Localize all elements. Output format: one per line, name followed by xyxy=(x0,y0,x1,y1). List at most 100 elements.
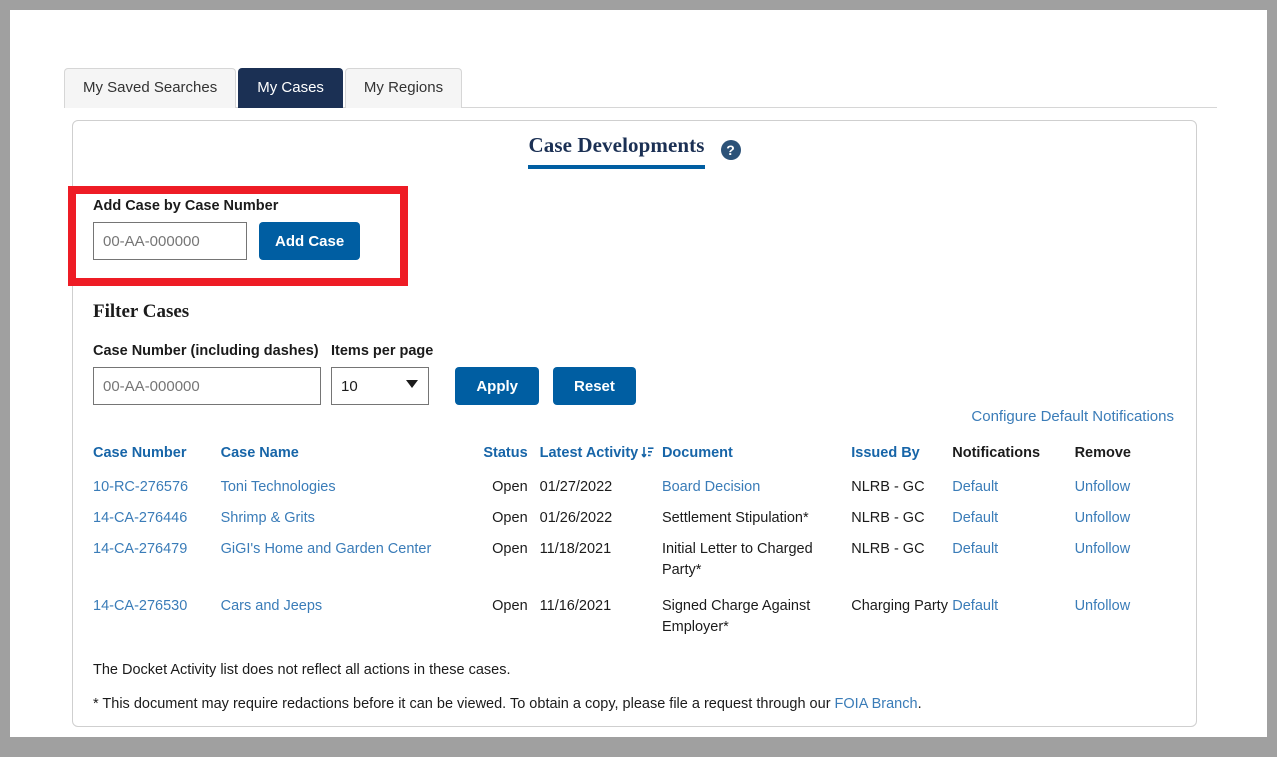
items-per-page-select[interactable]: 102550100 xyxy=(331,367,429,405)
items-per-page-label: Items per page xyxy=(331,343,434,359)
cell-document: Board Decision xyxy=(662,477,851,508)
cell-status: Open xyxy=(492,598,528,615)
header-issued-by-label: Issued By xyxy=(851,445,920,461)
header-issued-by[interactable]: Issued By xyxy=(851,445,952,477)
add-case-section: Add Case by Case Number Add Case xyxy=(93,198,423,260)
cell-status: Open xyxy=(492,541,528,558)
cell-case-number: 14-CA-276446 xyxy=(93,508,221,539)
add-case-input[interactable] xyxy=(93,222,247,260)
panel-header: Case Developments ? xyxy=(73,133,1196,169)
cell-spacer xyxy=(455,508,482,539)
cell-remove: Unfollow xyxy=(1075,539,1181,591)
filter-controls-row: Case Number (including dashes) Items per… xyxy=(93,343,636,405)
add-case-button[interactable]: Add Case xyxy=(259,222,361,260)
docket-activity-note: The Docket Activity list does not reflec… xyxy=(93,662,511,678)
configure-default-notifications-link[interactable]: Configure Default Notifications xyxy=(971,408,1174,425)
cell-document: Settlement Stipulation* xyxy=(662,508,851,539)
notifications-link[interactable]: Default xyxy=(952,479,998,495)
tab-my-regions[interactable]: My Regions xyxy=(344,67,463,108)
header-remove-label: Remove xyxy=(1074,445,1131,461)
header-spacer xyxy=(455,445,482,477)
cell-document: Initial Letter to Charged Party* xyxy=(662,539,851,591)
cell-case-name: GiGI's Home and Garden Center xyxy=(221,539,455,591)
header-latest-activity-label: Latest Activity xyxy=(539,445,639,461)
header-case-number-label: Case Number xyxy=(93,445,187,461)
sort-descending-icon[interactable] xyxy=(641,446,654,463)
foia-branch-link[interactable]: FOIA Branch xyxy=(835,696,918,712)
case-name-link[interactable]: Shrimp & Grits xyxy=(221,510,315,526)
header-remove: Remove xyxy=(1075,445,1181,477)
filter-case-number-input[interactable] xyxy=(93,367,321,405)
cell-notifications: Default xyxy=(952,508,1074,539)
cell-status: Open xyxy=(492,510,528,527)
filter-case-number-label: Case Number (including dashes) xyxy=(93,343,319,359)
case-number-link[interactable]: 14-CA-276446 xyxy=(93,510,187,526)
case-developments-panel: Case Developments ? Add Case by Case Num… xyxy=(72,120,1197,727)
header-case-name[interactable]: Case Name xyxy=(221,445,455,477)
header-document[interactable]: Document xyxy=(662,445,851,477)
cell-latest-activity: 01/27/2022 xyxy=(539,479,613,495)
items-per-page-field: Items per page 102550100 xyxy=(331,343,433,405)
case-name-link[interactable]: Cars and Jeeps xyxy=(221,598,323,614)
notifications-link[interactable]: Default xyxy=(952,510,998,526)
redaction-note: * This document may require redactions b… xyxy=(93,696,922,712)
header-status-label: Status xyxy=(483,445,528,461)
cell-case-number: 14-CA-276479 xyxy=(93,539,221,591)
table-header-row: Case Number Case Name Status Latest Acti… xyxy=(93,445,1181,477)
header-case-name-label: Case Name xyxy=(220,445,299,461)
cell-notifications: Default xyxy=(952,539,1074,591)
table-row: 14-CA-276530 Cars and Jeeps Open 11/16/2021… xyxy=(93,591,1181,648)
tab-strip: My Saved Searches My Cases My Regions xyxy=(64,52,1217,108)
cell-issued-by: Charging Party xyxy=(851,598,948,615)
page-title: Case Developments xyxy=(528,133,705,169)
help-question-icon[interactable]: ? xyxy=(720,140,741,160)
tab-list: My Saved Searches My Cases My Regions xyxy=(64,67,464,108)
unfollow-link[interactable]: Unfollow xyxy=(1075,541,1131,557)
table-row: 14-CA-276446 Shrimp & Grits Open 01/26/2022… xyxy=(93,508,1181,539)
cases-table: Case Number Case Name Status Latest Acti… xyxy=(93,445,1181,648)
cell-case-name: Cars and Jeeps xyxy=(221,591,455,648)
cell-issued-by: NLRB - GC xyxy=(851,510,925,527)
header-latest-activity[interactable]: Latest Activity xyxy=(540,445,662,477)
cell-notifications: Default xyxy=(952,477,1074,508)
header-notifications: Notifications xyxy=(952,445,1074,477)
tab-label: My Saved Searches xyxy=(83,78,218,96)
tab-my-cases[interactable]: My Cases xyxy=(238,67,343,108)
document-text: Signed Charge Against Employer* xyxy=(661,598,811,636)
filter-case-number-field: Case Number (including dashes) xyxy=(93,343,321,405)
redaction-note-text: * This document may require redactions b… xyxy=(93,696,835,712)
cell-latest-activity: 11/18/2021 xyxy=(539,541,612,558)
case-name-link[interactable]: GiGI's Home and Garden Center xyxy=(221,541,432,557)
case-name-link[interactable]: Toni Technologies xyxy=(221,479,336,495)
apply-button[interactable]: Apply xyxy=(455,367,540,405)
reset-button[interactable]: Reset xyxy=(553,367,636,405)
cell-latest-activity: 11/16/2021 xyxy=(539,598,612,615)
unfollow-link[interactable]: Unfollow xyxy=(1075,479,1131,495)
cell-case-name: Shrimp & Grits xyxy=(221,508,455,539)
notifications-link[interactable]: Default xyxy=(952,598,998,614)
filter-cases-heading: Filter Cases xyxy=(93,301,190,322)
case-number-link[interactable]: 14-CA-276530 xyxy=(93,598,187,614)
document-link[interactable]: Board Decision xyxy=(662,479,760,495)
notifications-link[interactable]: Default xyxy=(952,541,998,557)
cell-status: Open xyxy=(492,479,528,495)
case-number-link[interactable]: 10-RC-276576 xyxy=(93,479,188,495)
header-case-number[interactable]: Case Number xyxy=(93,445,221,477)
table-row: 14-CA-276479 GiGI's Home and Garden Cente… xyxy=(93,539,1181,591)
header-notifications-label: Notifications xyxy=(952,445,1041,461)
case-number-link[interactable]: 14-CA-276479 xyxy=(93,541,187,557)
cell-latest-activity: 01/26/2022 xyxy=(539,510,613,527)
items-per-page-select-wrap: 102550100 xyxy=(331,367,429,405)
cell-issued-by: NLRB - GC xyxy=(851,541,925,558)
cell-spacer xyxy=(455,477,482,508)
tab-label: My Cases xyxy=(257,78,324,96)
unfollow-link[interactable]: Unfollow xyxy=(1075,598,1131,614)
header-status[interactable]: Status xyxy=(481,445,539,477)
add-case-label: Add Case by Case Number xyxy=(93,198,279,214)
tab-my-saved-searches[interactable]: My Saved Searches xyxy=(64,67,237,108)
unfollow-link[interactable]: Unfollow xyxy=(1075,510,1131,526)
document-text: Settlement Stipulation* xyxy=(661,510,809,527)
cases-table-head: Case Number Case Name Status Latest Acti… xyxy=(93,445,1181,477)
cell-spacer xyxy=(455,539,482,591)
cell-issued-by: NLRB - GC xyxy=(851,479,925,495)
